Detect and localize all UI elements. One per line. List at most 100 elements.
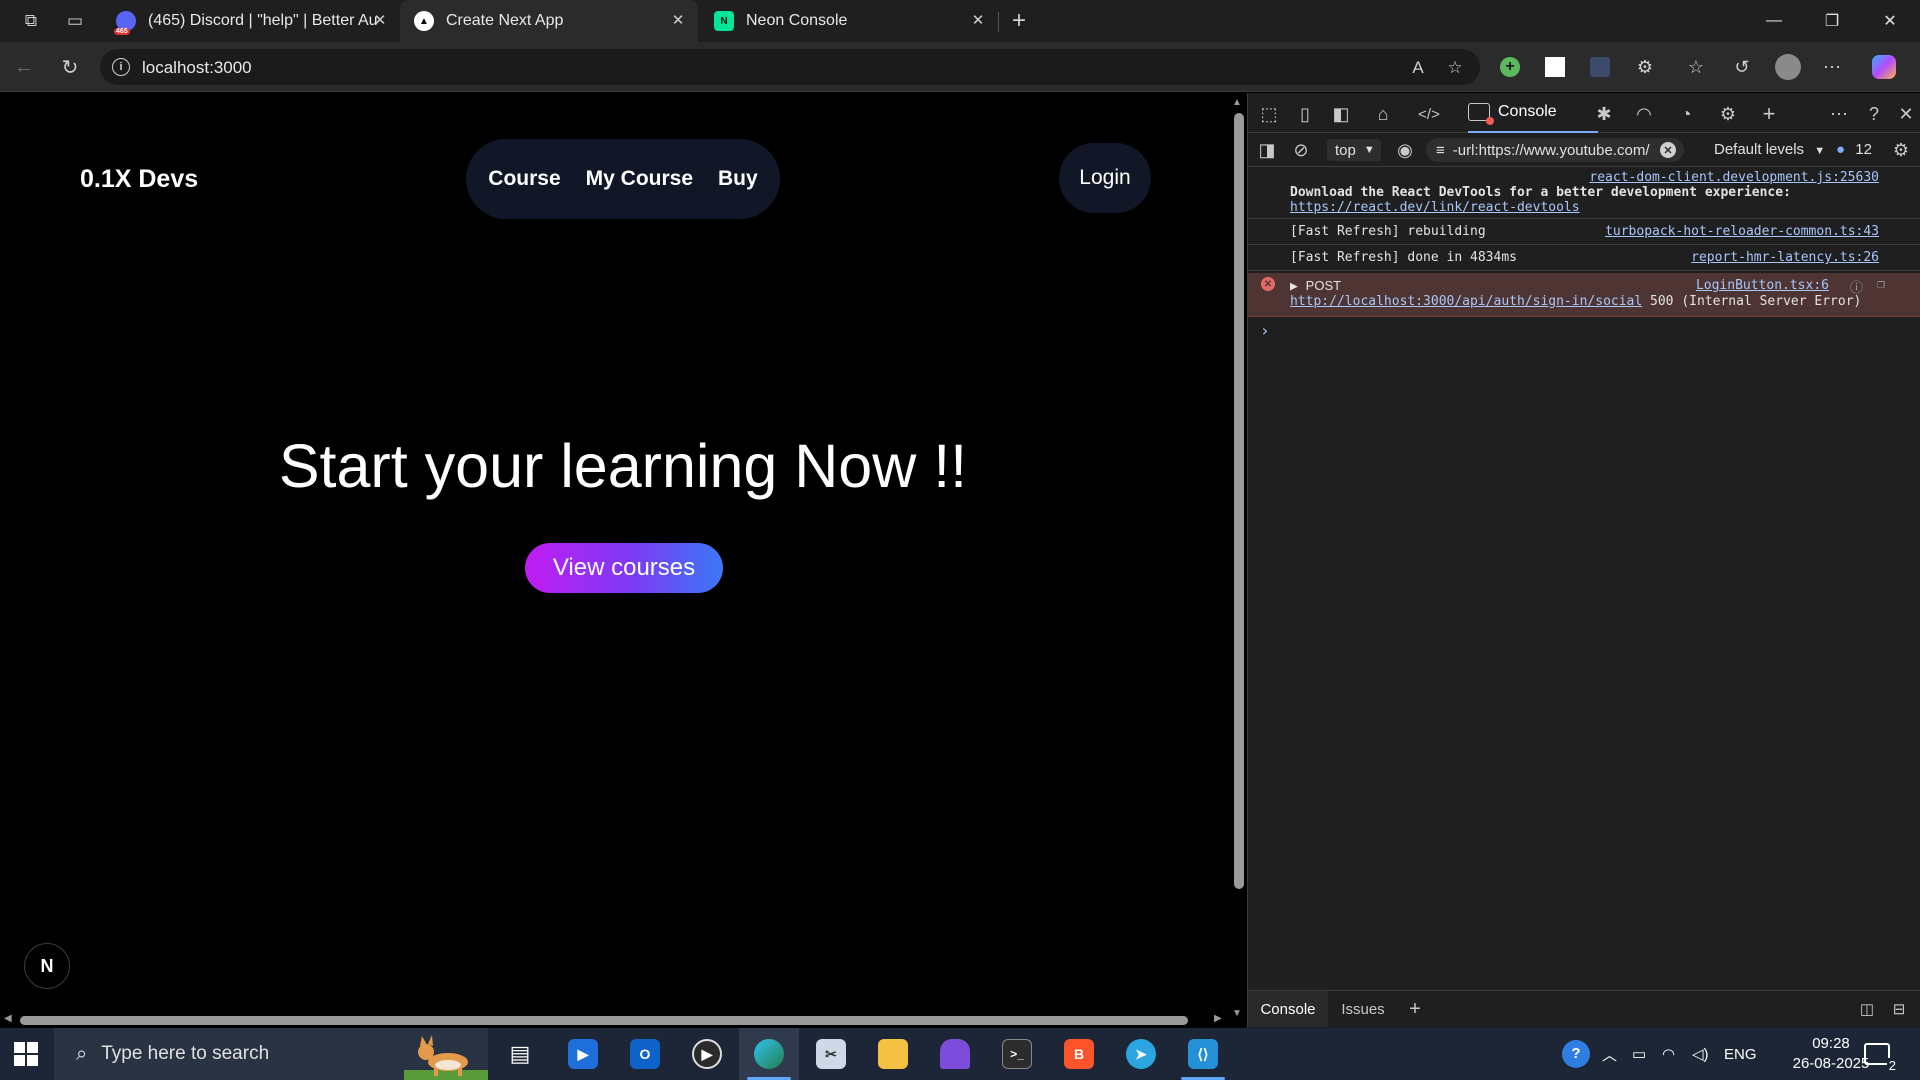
login-button[interactable]: Login (1059, 143, 1151, 213)
more-menu-icon[interactable]: ⋯ (1818, 53, 1846, 81)
network-wifi-icon[interactable]: ◠ (1631, 101, 1657, 127)
drawer-tab-issues[interactable]: Issues (1328, 991, 1398, 1027)
copy-icon[interactable]: ❐ (1877, 277, 1885, 292)
error-url-link[interactable]: http://localhost:3000/api/auth/sign-in/s… (1290, 294, 1642, 309)
console-settings-icon[interactable]: ⚙ (1888, 137, 1914, 163)
source-link[interactable]: report-hmr-latency.ts:26 (1691, 250, 1879, 265)
favorite-star-icon[interactable]: ☆ (1443, 56, 1467, 80)
extension-green-icon[interactable]: + (1496, 53, 1524, 81)
vertical-tabs-icon[interactable]: ▭ (62, 8, 88, 34)
performance-icon[interactable]: ◔ (1673, 101, 1699, 127)
app-telegram-icon[interactable]: ➤ (1111, 1028, 1171, 1080)
source-link[interactable]: LoginButton.tsx:6 (1696, 278, 1829, 293)
address-bar[interactable]: i localhost:3000 A ☆ (100, 49, 1480, 85)
app-media-player-icon[interactable]: ▶ (677, 1028, 737, 1080)
sources-bug-icon[interactable]: ✱ (1591, 101, 1617, 127)
scroll-thumb[interactable] (1234, 113, 1244, 889)
app-clipchamp-icon[interactable]: ▶ (553, 1028, 613, 1080)
app-terminal-icon[interactable]: >_ (987, 1028, 1047, 1080)
drawer-tab-console[interactable]: Console (1248, 991, 1328, 1027)
app-file-explorer-icon[interactable] (863, 1028, 923, 1080)
welcome-home-icon[interactable]: ⌂ (1370, 101, 1396, 127)
page-horizontal-scrollbar[interactable]: ◀ ▶ (0, 1011, 1230, 1028)
site-brand[interactable]: 0.1X Devs (80, 165, 198, 194)
clear-filter-icon[interactable]: ✕ (1660, 142, 1676, 158)
close-window-icon[interactable]: ✕ (1861, 0, 1919, 42)
dock-side-icon[interactable]: ◧ (1328, 101, 1354, 127)
ai-insights-icon[interactable]: ⓘ (1850, 277, 1863, 296)
close-icon[interactable]: ✕ (668, 10, 688, 30)
tab-neon-console[interactable]: N Neon Console ✕ (700, 0, 998, 42)
scroll-up-icon[interactable]: ▲ (1232, 97, 1242, 108)
tab-discord[interactable]: 465 (465) Discord | "help" | Better Auth… (102, 0, 400, 42)
scroll-down-icon[interactable]: ▼ (1232, 1008, 1242, 1019)
source-link[interactable]: react-dom-client.development.js:25630 (1589, 170, 1879, 185)
more-options-icon[interactable]: ⋯ (1826, 101, 1852, 127)
app-obsidian-icon[interactable] (925, 1028, 985, 1080)
close-icon[interactable]: ✕ (968, 10, 988, 30)
language-indicator[interactable]: ENG (1724, 1028, 1757, 1080)
inspect-element-icon[interactable]: ⬚ (1256, 101, 1282, 127)
close-drawer-icon[interactable]: ⊟ (1884, 991, 1914, 1027)
notifications-icon[interactable]: 2 (1864, 1028, 1898, 1080)
battery-icon[interactable]: ▭ (1632, 1028, 1646, 1080)
nav-buy[interactable]: Buy (718, 167, 758, 191)
view-courses-button[interactable]: View courses (525, 543, 723, 593)
nextjs-dev-indicator[interactable]: N (24, 943, 70, 989)
expand-triangle-icon[interactable]: ▶ (1284, 279, 1298, 294)
wifi-icon[interactable]: ◠ (1662, 1028, 1675, 1080)
new-tab-icon[interactable]: + (1006, 7, 1032, 34)
show-hidden-icons-chevron-icon[interactable]: ︿ (1602, 1028, 1617, 1080)
extension-chart-icon[interactable] (1541, 53, 1569, 81)
dock-drawer-icon[interactable]: ◫ (1852, 991, 1882, 1027)
volume-icon[interactable]: ◁) (1692, 1028, 1709, 1080)
help-tray-icon[interactable]: ? (1562, 1028, 1590, 1080)
device-toolbar-icon[interactable]: ▯ (1292, 101, 1318, 127)
more-tools-plus-icon[interactable]: + (1756, 101, 1782, 127)
read-aloud-icon[interactable]: A (1406, 56, 1430, 80)
extensions-puzzle-icon[interactable]: ⚙ (1631, 53, 1659, 81)
source-link[interactable]: turbopack-hot-reloader-common.ts:43 (1605, 224, 1879, 239)
console-filter-input[interactable]: ≡ -url:https://www.youtube.com/ ✕ (1426, 138, 1684, 162)
app-vscode-icon[interactable]: ⟨⟩ (1173, 1028, 1233, 1080)
task-view-icon[interactable]: ▤ (490, 1028, 550, 1080)
minimize-icon[interactable]: — (1745, 0, 1803, 42)
close-devtools-icon[interactable]: ✕ (1893, 101, 1919, 127)
scroll-left-icon[interactable]: ◀ (4, 1013, 12, 1024)
restore-icon[interactable]: ❐ (1803, 0, 1861, 42)
scroll-thumb[interactable] (20, 1016, 1188, 1025)
settings-gear-icon[interactable]: ⚙ (1715, 101, 1741, 127)
extension-dark-icon[interactable] (1586, 53, 1614, 81)
close-icon[interactable]: ✕ (370, 10, 390, 30)
history-icon[interactable]: ↺ (1728, 53, 1756, 81)
devtools-url-link[interactable]: https://react.dev/link/react-devtools (1290, 200, 1580, 215)
tab-console[interactable]: Console (1468, 93, 1598, 133)
live-expression-eye-icon[interactable]: ◉ (1392, 137, 1418, 163)
app-edge-icon[interactable] (739, 1028, 799, 1080)
favorites-icon[interactable]: ☆ (1682, 53, 1710, 81)
url-text[interactable]: localhost:3000 (142, 58, 252, 78)
sidebar-toggle-icon[interactable]: ◨ (1254, 137, 1280, 163)
scroll-right-icon[interactable]: ▶ (1214, 1013, 1222, 1024)
page-vertical-scrollbar[interactable]: ▲ ▼ (1230, 93, 1247, 1021)
drawer-add-tab-icon[interactable]: + (1400, 991, 1430, 1027)
nav-my-course[interactable]: My Course (586, 167, 693, 191)
windows-start-icon[interactable] (14, 1042, 38, 1066)
workspaces-icon[interactable]: ⧉ (18, 8, 44, 34)
refresh-icon[interactable]: ↻ (56, 53, 84, 81)
back-icon[interactable]: ← (10, 53, 38, 81)
console-prompt-row[interactable]: › (1248, 317, 1920, 343)
tab-create-next-app[interactable]: ▲ Create Next App ✕ (400, 0, 698, 42)
context-selector[interactable]: top ▼ (1327, 139, 1381, 161)
app-snipping-icon[interactable]: ✂ (801, 1028, 861, 1080)
issues-counter[interactable]: ● 12 (1836, 141, 1872, 158)
site-info-icon[interactable]: i (112, 58, 130, 76)
app-outlook-icon[interactable]: O (615, 1028, 675, 1080)
app-brave-icon[interactable]: B (1049, 1028, 1109, 1080)
clear-console-icon[interactable]: ⊘ (1288, 137, 1314, 163)
help-icon[interactable]: ? (1861, 101, 1887, 127)
nav-course[interactable]: Course (488, 167, 560, 191)
taskbar-clock[interactable]: 09:28 26-08-2025 (1786, 1034, 1876, 1074)
copilot-icon[interactable] (1870, 53, 1898, 81)
console-error[interactable]: ✕ ▶ POST LoginButton.tsx:6 ⓘ ❐ http://lo… (1248, 273, 1920, 317)
